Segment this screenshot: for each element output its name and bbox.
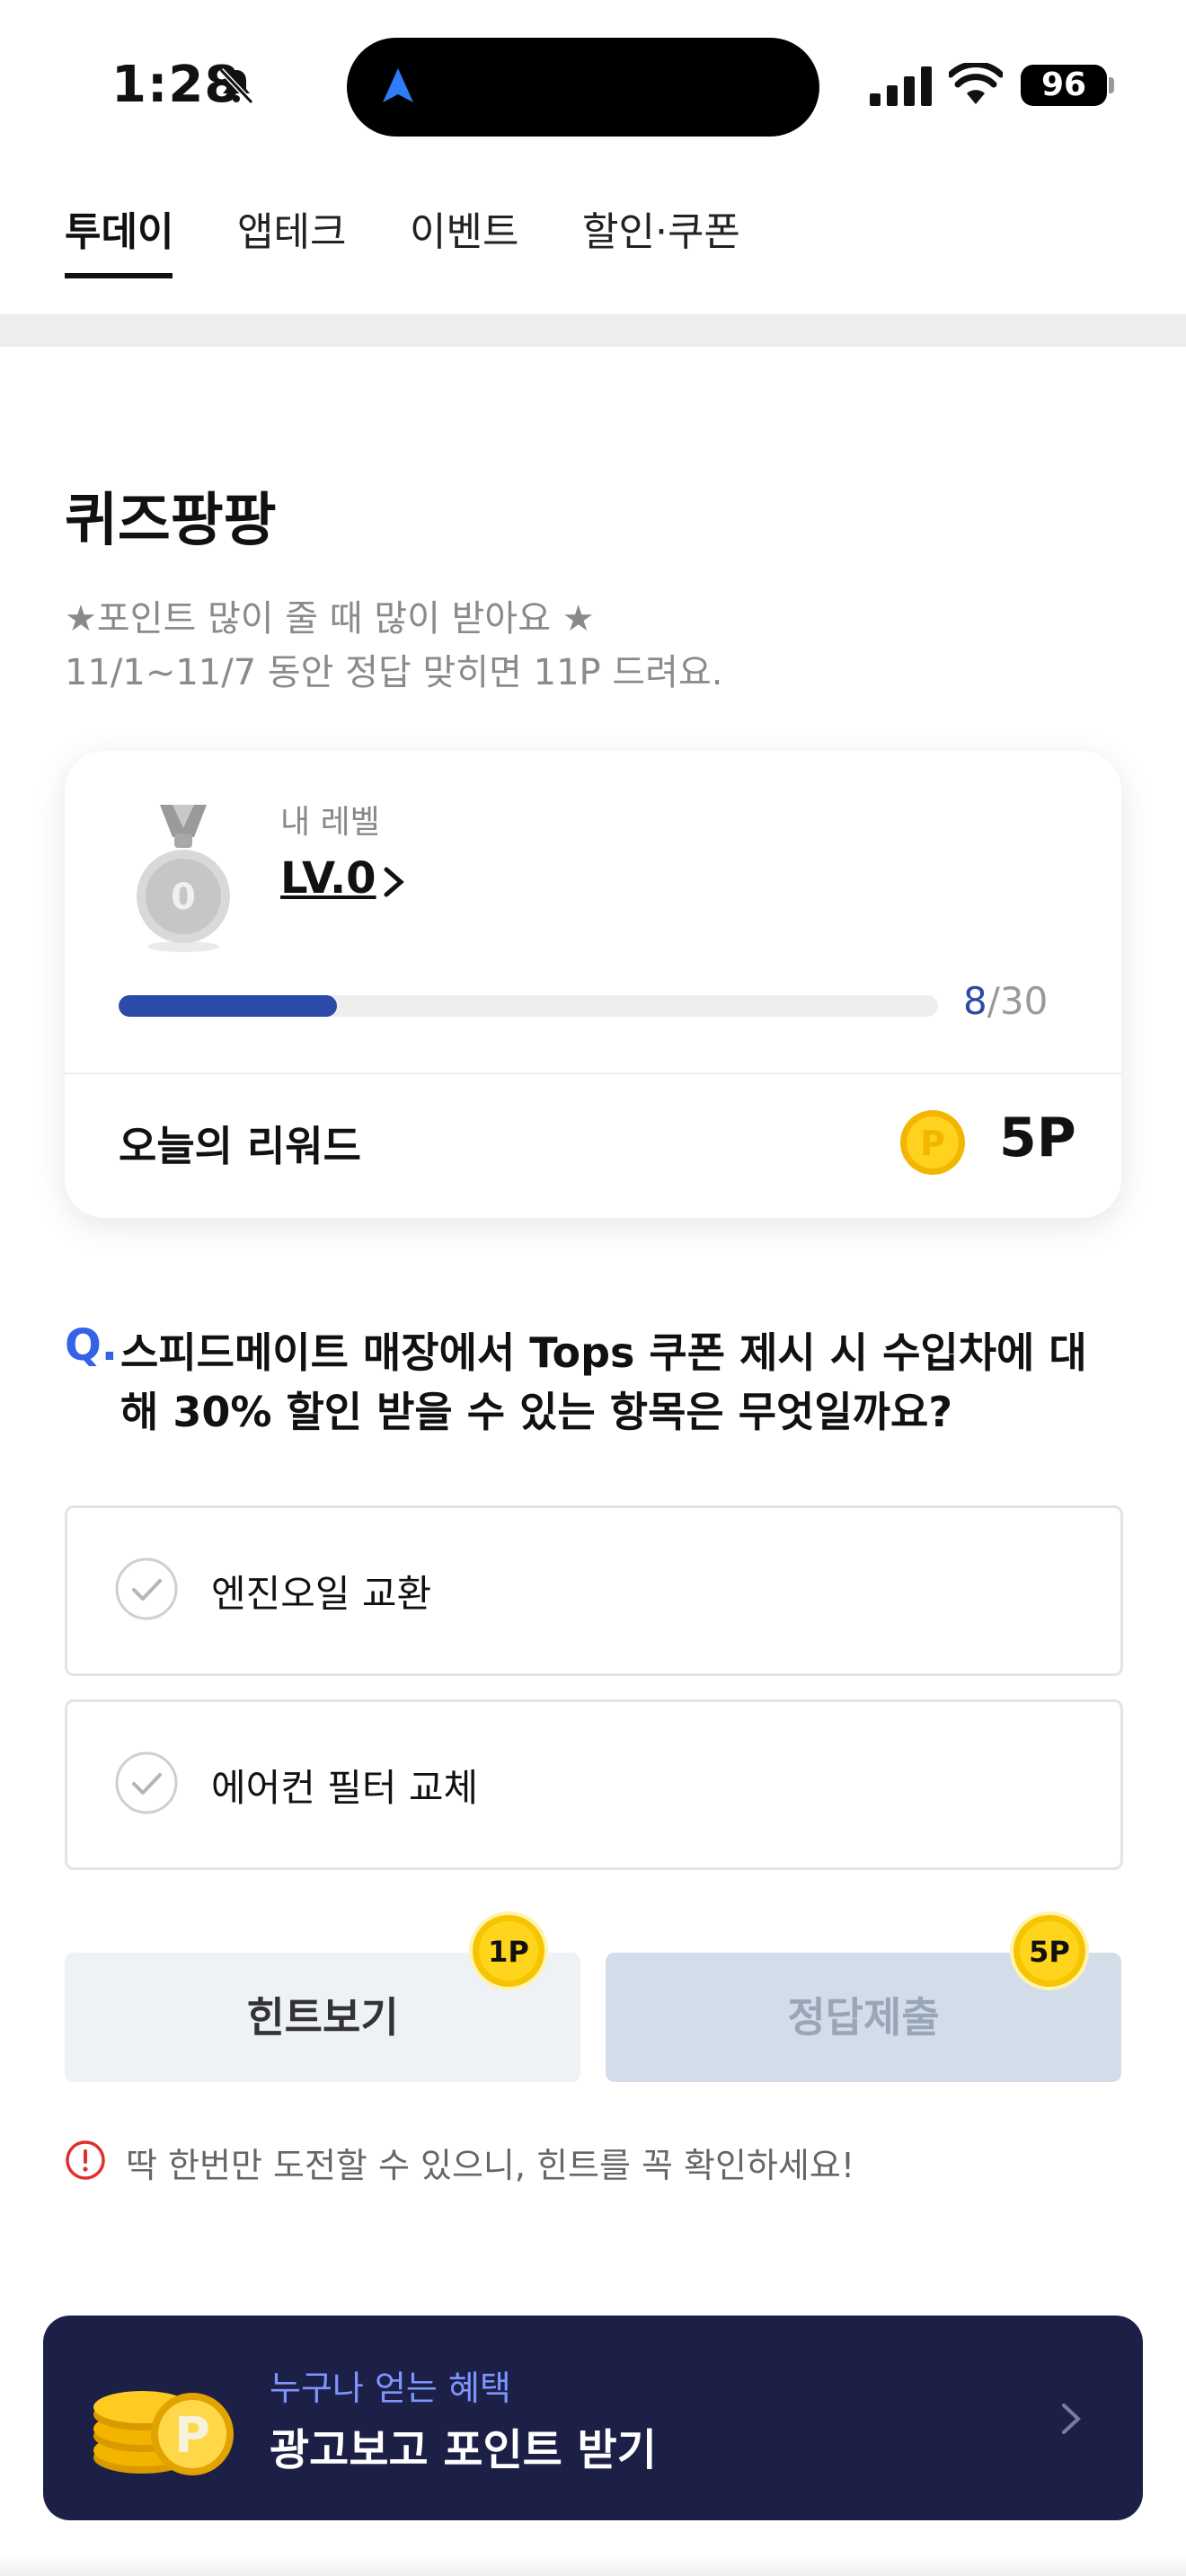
- ad-points-banner[interactable]: P 누구나 얻는 혜택 광고보고 포인트 받기: [43, 2316, 1143, 2520]
- banner-title: 광고보고 포인트 받기: [270, 2425, 657, 2475]
- level-progress-bar: [119, 995, 938, 1017]
- progress-current: 8: [963, 979, 987, 1023]
- quiz-period-info: 11/1~11/7 동안 정답 맞히면 11P 드려요.: [65, 652, 723, 693]
- warning-icon: [66, 2140, 105, 2180]
- answer-option-1[interactable]: 엔진오일 교환: [65, 1505, 1123, 1676]
- level-progress-fill: [119, 995, 338, 1017]
- question-mark: Q.: [65, 1320, 119, 1371]
- answer-option-2[interactable]: 에어컨 필터 교체: [65, 1699, 1123, 1870]
- progress-total: /30: [987, 979, 1049, 1023]
- answer-option-label: 에어컨 필터 교체: [211, 1766, 479, 1810]
- submit-reward-text: 5P: [1029, 1935, 1070, 1969]
- section-divider: [0, 314, 1186, 347]
- active-tab-indicator: [65, 273, 173, 278]
- card-divider: [65, 1072, 1121, 1074]
- warning-text: 딱 한번만 도전할 수 있으니, 힌트를 꼭 확인하세요!: [126, 2146, 855, 2185]
- tab-event[interactable]: 이벤트: [410, 199, 518, 257]
- hint-cost-badge: 1P: [469, 1911, 548, 1990]
- question-text-line1: 스피드메이트 매장에서 Tops 쿠폰 제시 시 수입차에 대: [120, 1328, 1087, 1377]
- reward-value: 5P: [999, 1107, 1076, 1169]
- question-text-line2: 해 30% 할인 받을 수 있는 항목은 무엇일까요?: [120, 1388, 953, 1436]
- level-card: 0 내 레벨 LV.0 8/30 오늘의 리워드 P 5P: [65, 751, 1121, 1218]
- page-title: 퀴즈팡팡: [65, 488, 277, 554]
- navigation-arrow-icon: [383, 68, 413, 102]
- top-tab-bar: 투데이 앱테크 이벤트 할인·쿠폰: [0, 180, 1186, 314]
- check-circle-icon: [115, 1751, 178, 1814]
- svg-text:P: P: [920, 1124, 945, 1163]
- level-caption: 내 레벨: [280, 804, 380, 841]
- status-bar: 1:28 96: [0, 0, 1186, 162]
- coins-stack-icon: P: [93, 2391, 234, 2475]
- cellular-signal-icon: [870, 66, 932, 106]
- tab-today[interactable]: 투데이: [65, 199, 173, 257]
- quiz-subtitle: ★포인트 많이 줄 때 많이 받아요 ★: [65, 598, 595, 640]
- battery-indicator: 96: [1021, 65, 1107, 106]
- medal-number: 0: [171, 877, 196, 918]
- chevron-right-icon[interactable]: [381, 862, 408, 902]
- wifi-icon: [949, 63, 1003, 104]
- svg-text:P: P: [174, 2407, 210, 2464]
- check-circle-icon: [115, 1557, 178, 1620]
- battery-tip: [1109, 77, 1114, 93]
- bell-muted-icon: [218, 67, 254, 105]
- tab-apptech[interactable]: 앱테크: [237, 199, 346, 257]
- level-link[interactable]: LV.0: [280, 853, 376, 904]
- reward-label: 오늘의 리워드: [119, 1122, 361, 1170]
- level-progress-text: 8/30: [963, 979, 1048, 1023]
- tab-discount-coupon[interactable]: 할인·쿠폰: [582, 199, 740, 257]
- bottom-edge: [0, 2554, 1186, 2576]
- coin-icon: P: [900, 1110, 965, 1175]
- banner-subtitle: 누구나 얻는 혜택: [270, 2369, 511, 2408]
- answer-option-label: 엔진오일 교환: [211, 1572, 432, 1616]
- chevron-right-icon: [1062, 2404, 1081, 2434]
- medal-icon: 0: [137, 805, 230, 952]
- hint-cost-text: 1P: [488, 1935, 529, 1969]
- submit-reward-badge: 5P: [1010, 1911, 1089, 1990]
